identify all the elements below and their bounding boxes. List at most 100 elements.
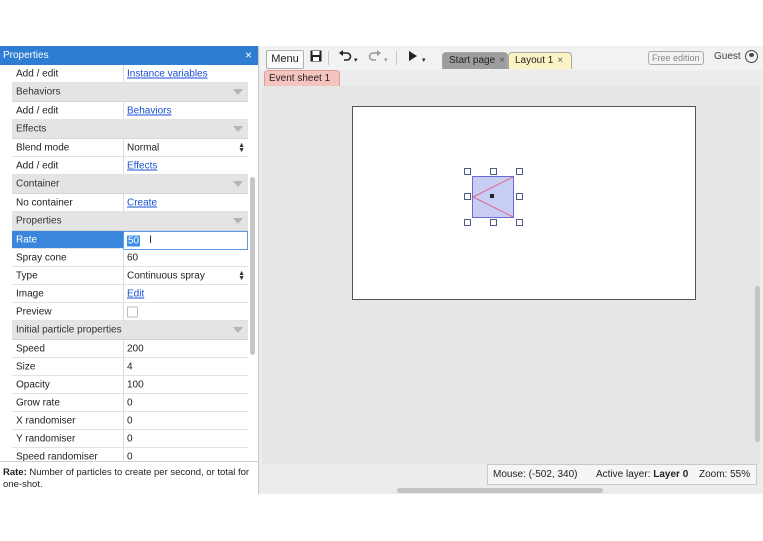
tab-start-page[interactable]: Start page × xyxy=(442,52,508,69)
property-link[interactable]: Instance variables xyxy=(127,68,208,79)
property-value-cell[interactable]: Instance variables xyxy=(123,65,248,82)
property-row[interactable]: Add / edit Effects xyxy=(12,157,248,175)
user-name[interactable]: Guest xyxy=(714,51,741,62)
property-value-cell[interactable]: Behaviors xyxy=(123,102,248,119)
property-select[interactable]: Continuous spray xyxy=(127,270,205,281)
property-row[interactable]: Speed 200 xyxy=(12,340,248,358)
property-label: Rate xyxy=(16,234,38,245)
chevron-down-icon[interactable] xyxy=(233,181,243,187)
property-row[interactable]: Type Continuous spray ▲ ▼ xyxy=(12,267,248,285)
property-link[interactable]: Edit xyxy=(127,288,144,299)
property-row[interactable]: Blend mode Normal ▲ ▼ xyxy=(12,139,248,157)
resize-handle[interactable] xyxy=(490,168,497,175)
close-icon[interactable]: × xyxy=(557,55,563,66)
tab-label: Start page xyxy=(449,55,496,66)
chevron-down-icon[interactable] xyxy=(233,327,243,333)
property-link[interactable]: Behaviors xyxy=(127,105,171,116)
property-value-cell[interactable]: 100 xyxy=(123,376,248,393)
chevron-down-icon[interactable] xyxy=(233,218,243,224)
property-row[interactable]: Add / edit Behaviors xyxy=(12,102,248,120)
property-value-cell[interactable]: Normal ▲ ▼ xyxy=(123,139,248,156)
play-icon[interactable] xyxy=(408,50,418,65)
property-category[interactable]: Container xyxy=(12,175,248,194)
property-value: 4 xyxy=(127,361,133,372)
select-arrows-icon[interactable]: ▲ ▼ xyxy=(238,270,245,282)
property-category[interactable]: Properties xyxy=(12,212,248,231)
layout-vertical-scrollbar[interactable] xyxy=(755,286,760,442)
property-value-cell[interactable]: Edit xyxy=(123,285,248,302)
tab-event-sheet-1[interactable]: Event sheet 1 × xyxy=(264,70,340,99)
property-value-cell[interactable]: 60 xyxy=(123,249,248,266)
free-edition-badge[interactable]: Free edition xyxy=(648,51,704,65)
user-icon[interactable] xyxy=(745,50,758,63)
property-label: Image xyxy=(16,288,44,299)
property-row[interactable]: Size 4 xyxy=(12,358,248,376)
resize-handle[interactable] xyxy=(464,168,471,175)
rate-input[interactable]: 50 xyxy=(127,235,141,246)
property-value-cell[interactable] xyxy=(123,303,248,320)
resize-handle[interactable] xyxy=(490,219,497,226)
property-link[interactable]: Effects xyxy=(127,160,157,171)
layout-horizontal-scrollbar[interactable] xyxy=(397,488,603,493)
rate-input-value[interactable]: 50 xyxy=(127,235,141,246)
chevron-down-icon[interactable] xyxy=(233,89,243,95)
property-value-cell[interactable]: 4 xyxy=(123,358,248,375)
toolbar-separator xyxy=(396,51,397,65)
property-select[interactable]: Normal xyxy=(127,142,159,153)
undo-dropdown-icon[interactable]: ▾ xyxy=(354,54,358,68)
property-value-cell[interactable]: Continuous spray ▲ ▼ xyxy=(123,267,248,284)
property-value-cell[interactable]: Effects xyxy=(123,157,248,174)
save-icon[interactable] xyxy=(310,50,322,65)
select-arrows-icon[interactable]: ▲ ▼ xyxy=(238,142,245,154)
property-category[interactable]: Behaviors xyxy=(12,83,248,102)
property-value-cell[interactable]: 200 xyxy=(123,340,248,357)
layout-view[interactable] xyxy=(262,86,760,464)
property-label: Preview xyxy=(16,306,52,317)
redo-dropdown-icon[interactable]: ▾ xyxy=(384,54,388,68)
property-row[interactable]: Opacity 100 xyxy=(12,376,248,394)
property-row[interactable]: X randomiser 0 xyxy=(12,412,248,430)
property-value: 0 xyxy=(127,397,133,408)
property-value-cell[interactable]: 0 xyxy=(123,448,248,461)
property-label: Speed xyxy=(16,343,45,354)
resize-handle[interactable] xyxy=(516,193,523,200)
mouse-value: (-502, 340) xyxy=(528,469,578,480)
property-value-cell[interactable]: I 50 xyxy=(123,231,248,250)
category-label: Effects xyxy=(16,123,47,135)
property-category[interactable]: Effects xyxy=(12,120,248,139)
menu-button[interactable]: Menu xyxy=(266,50,304,69)
property-value-cell[interactable]: 0 xyxy=(123,394,248,411)
preview-checkbox[interactable] xyxy=(127,306,138,317)
properties-title: Properties xyxy=(3,50,49,61)
property-row[interactable]: Spray cone 60 xyxy=(12,249,248,267)
undo-icon[interactable] xyxy=(338,50,352,65)
property-row[interactable]: Add / edit Instance variables xyxy=(12,65,248,83)
resize-handle[interactable] xyxy=(464,219,471,226)
property-row[interactable]: Rate I 50 xyxy=(12,231,248,250)
resize-handle[interactable] xyxy=(464,193,471,200)
property-row[interactable]: Speed randomiser 0 xyxy=(12,448,248,461)
close-icon[interactable]: × xyxy=(245,48,252,62)
property-row[interactable]: Preview xyxy=(12,303,248,321)
chevron-down-icon[interactable] xyxy=(233,126,243,132)
property-value: 100 xyxy=(127,379,144,390)
property-value-cell[interactable]: 0 xyxy=(123,412,248,429)
property-value-cell[interactable]: 0 xyxy=(123,430,248,447)
close-icon[interactable]: × xyxy=(499,55,505,66)
tab-layout-1[interactable]: Layout 1 × xyxy=(508,52,572,69)
redo-icon[interactable] xyxy=(368,50,382,65)
property-row[interactable]: Image Edit xyxy=(12,285,248,303)
play-dropdown-icon[interactable]: ▾ xyxy=(422,54,426,68)
property-label: Speed randomiser xyxy=(16,451,98,461)
property-category[interactable]: Initial particle properties xyxy=(12,321,248,340)
resize-handle[interactable] xyxy=(516,219,523,226)
property-row[interactable]: Grow rate 0 xyxy=(12,394,248,412)
layout-area[interactable] xyxy=(352,106,696,300)
property-row[interactable]: Y randomiser 0 xyxy=(12,430,248,448)
property-link[interactable]: Create xyxy=(127,197,157,208)
property-value-cell[interactable]: Create xyxy=(123,194,248,211)
resize-handle[interactable] xyxy=(516,168,523,175)
properties-scrollbar[interactable] xyxy=(250,177,255,355)
property-row[interactable]: No container Create xyxy=(12,194,248,212)
particles-object[interactable] xyxy=(472,176,514,218)
